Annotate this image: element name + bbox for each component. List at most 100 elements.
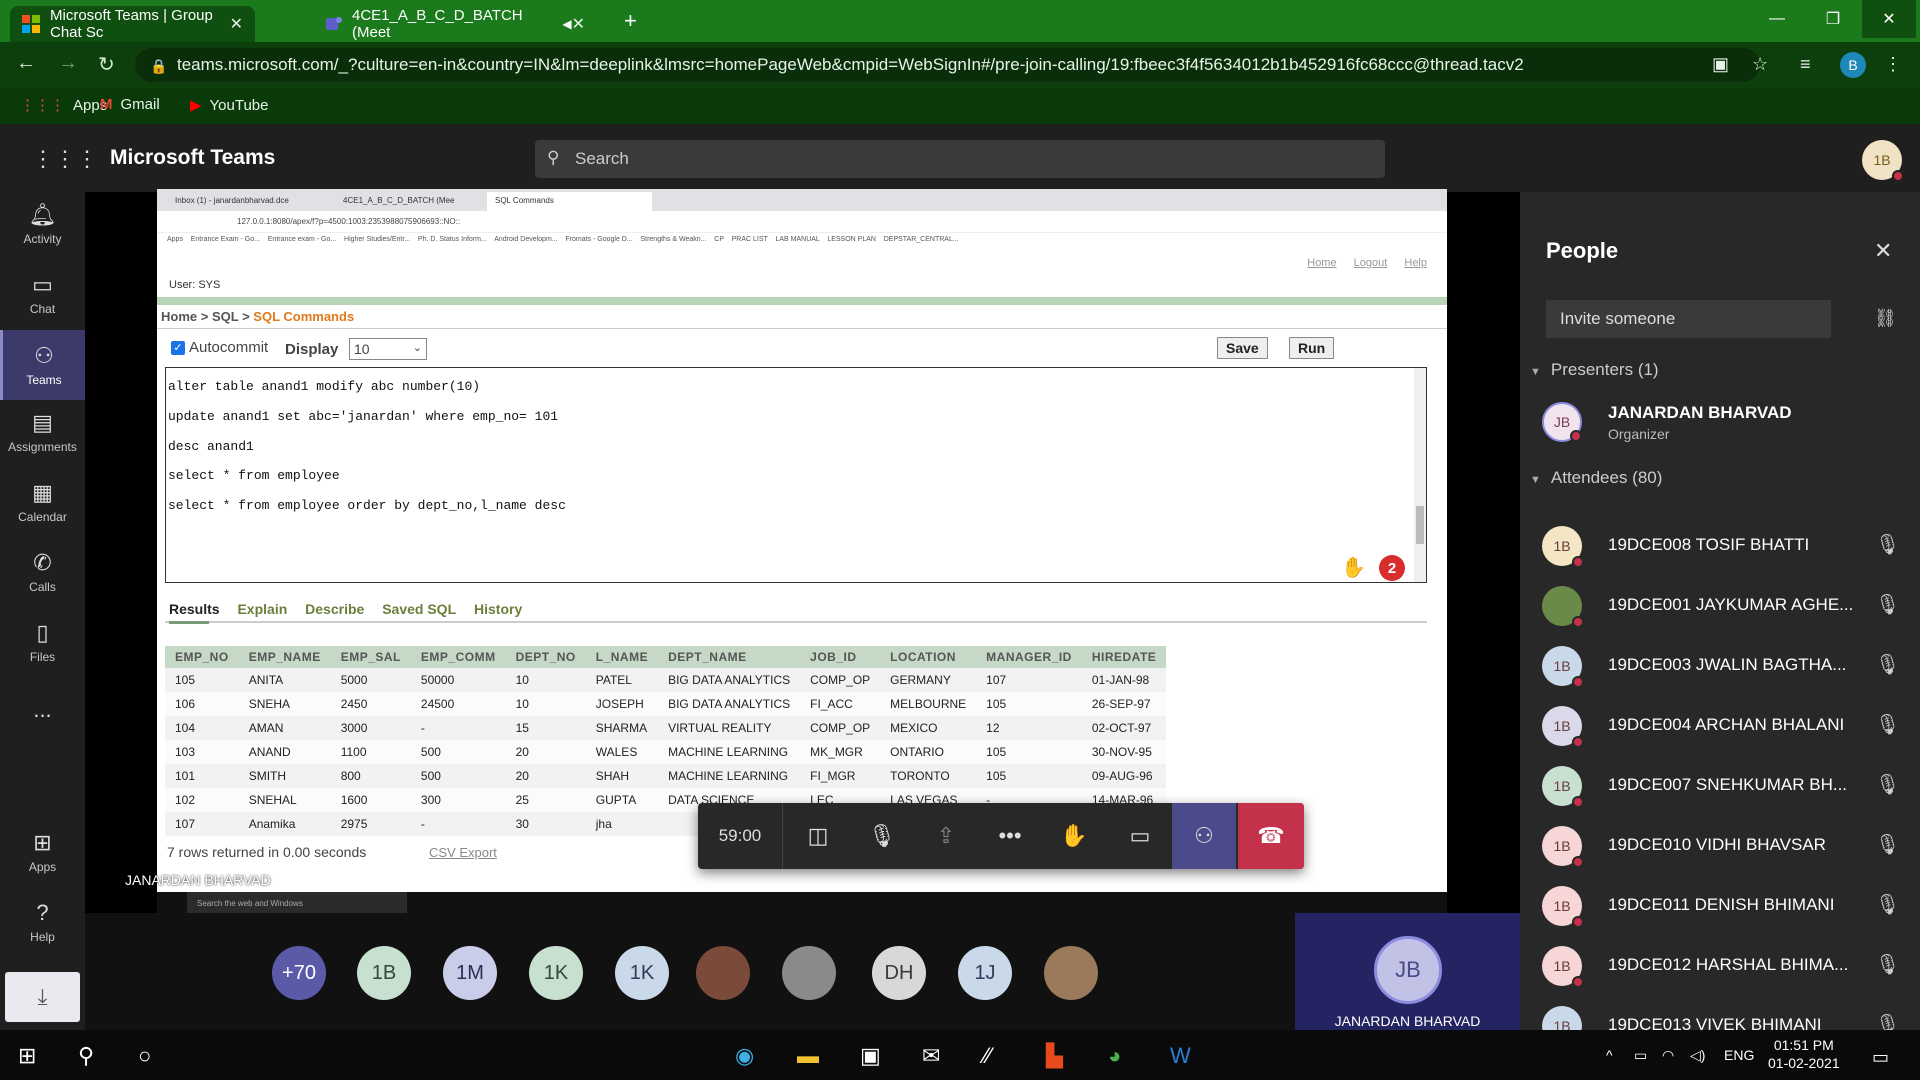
- attendee-row[interactable]: 1B 19DCE011 DENISH BHIMANI 🎙︎: [1540, 880, 1910, 932]
- app-icon[interactable]: ⁄⁄: [984, 1043, 991, 1069]
- profile-avatar[interactable]: B: [1840, 52, 1866, 78]
- star-icon[interactable]: ☆: [1752, 54, 1768, 75]
- autocommit-checkbox[interactable]: ✓: [171, 341, 185, 355]
- participant-photo[interactable]: [696, 946, 750, 1000]
- participant-avatar[interactable]: 1J: [958, 946, 1012, 1000]
- word-icon[interactable]: W: [1170, 1043, 1191, 1069]
- battery-icon[interactable]: ▭: [1634, 1047, 1647, 1064]
- editor-scrollbar[interactable]: [1414, 368, 1426, 582]
- menu-icon[interactable]: ⋮: [1884, 54, 1902, 75]
- rail-item-activity[interactable]: 🔔︎ Activity: [0, 192, 85, 256]
- reading-list-icon[interactable]: ≡: [1800, 54, 1811, 75]
- more-actions-icon[interactable]: •••: [978, 803, 1042, 869]
- tab-history[interactable]: History: [474, 601, 522, 617]
- participant-avatar[interactable]: 1B: [357, 946, 411, 1000]
- mic-muted-icon[interactable]: 🎙︎: [850, 803, 914, 869]
- hang-up-icon[interactable]: ☎: [1238, 803, 1304, 869]
- mic-muted-icon[interactable]: 🎙︎: [1875, 952, 1900, 977]
- tab-results[interactable]: Results: [169, 601, 220, 617]
- close-tab-icon[interactable]: ✕: [572, 14, 585, 34]
- raise-hand-icon[interactable]: ✋: [1042, 803, 1106, 869]
- attendees-section-header[interactable]: ▼ Attendees (80): [1530, 468, 1662, 488]
- participant-avatar[interactable]: 1K: [615, 946, 669, 1000]
- edge-icon[interactable]: ◉: [735, 1043, 754, 1069]
- office-icon[interactable]: ▙: [1046, 1043, 1063, 1069]
- search-icon[interactable]: ⚲: [78, 1043, 94, 1069]
- download-app-button[interactable]: ⤓: [5, 972, 80, 1022]
- attendee-row[interactable]: 1B 19DCE007 SNEHKUMAR BH... 🎙︎: [1540, 760, 1910, 812]
- search-input[interactable]: ⚲ Search: [535, 140, 1385, 178]
- attendee-row[interactable]: 1B 19DCE010 VIDHI BHAVSAR 🎙︎: [1540, 820, 1910, 872]
- bookmark-youtube[interactable]: ▶ YouTube: [190, 96, 269, 115]
- rail-item-files[interactable]: ▯ Files: [0, 610, 85, 674]
- camera-blocked-icon[interactable]: ▣: [1712, 54, 1729, 75]
- app-launcher-icon[interactable]: ⋮⋮⋮: [32, 146, 98, 172]
- attendee-row[interactable]: 1B 19DCE012 HARSHAL BHIMA... 🎙︎: [1540, 940, 1910, 992]
- bookmark-apps[interactable]: ⋮⋮⋮ Apps: [20, 96, 107, 115]
- back-icon[interactable]: ←: [16, 52, 36, 75]
- attendee-row[interactable]: 1B 19DCE003 JWALIN BAGTHA... 🎙︎: [1540, 640, 1910, 692]
- mic-muted-icon[interactable]: 🎙︎: [1875, 592, 1900, 617]
- cortana-icon[interactable]: ○: [138, 1043, 151, 1069]
- participant-avatar[interactable]: +70: [272, 946, 326, 1000]
- language-indicator[interactable]: ENG: [1724, 1047, 1754, 1063]
- link-icon[interactable]: ⛓: [1874, 308, 1897, 329]
- minimize-button[interactable]: —: [1750, 0, 1804, 38]
- mic-muted-icon[interactable]: 🎙︎: [1875, 832, 1900, 857]
- notifications-icon[interactable]: ▭: [1872, 1047, 1889, 1068]
- logout-link[interactable]: Logout: [1354, 257, 1388, 269]
- participant-avatar[interactable]: 1K: [529, 946, 583, 1000]
- help-link[interactable]: Help: [1404, 257, 1427, 269]
- browser-tab-meeting[interactable]: 4CE1_A_B_C_D_BATCH (Meet ◀ ✕: [312, 6, 597, 42]
- chevron-up-icon[interactable]: ^: [1606, 1047, 1613, 1063]
- tab-saved-sql[interactable]: Saved SQL: [382, 601, 456, 617]
- attendee-row[interactable]: 19DCE001 JAYKUMAR AGHE... 🎙︎: [1540, 580, 1910, 632]
- csv-export-link[interactable]: CSV Export: [429, 845, 497, 860]
- file-explorer-icon[interactable]: ▬: [797, 1043, 819, 1069]
- sql-editor[interactable]: alter table anand1 modify abc number(10)…: [165, 367, 1427, 583]
- participant-photo[interactable]: [1044, 946, 1098, 1000]
- rail-item-teams[interactable]: ⚇ Teams: [0, 330, 85, 400]
- forward-icon[interactable]: →: [58, 52, 78, 75]
- tab-describe[interactable]: Describe: [305, 601, 364, 617]
- rail-item-help[interactable]: ? Help: [0, 890, 85, 954]
- run-button[interactable]: Run: [1289, 337, 1335, 359]
- volume-icon[interactable]: ◁): [1690, 1047, 1705, 1064]
- attendee-row[interactable]: 1B 19DCE008 TOSIF BHATTI 🎙︎: [1540, 520, 1910, 572]
- mic-muted-icon[interactable]: 🎙︎: [1875, 712, 1900, 737]
- share-tray-icon[interactable]: ⇪: [914, 803, 978, 869]
- rail-item-calls[interactable]: ✆ Calls: [0, 540, 85, 604]
- camera-off-icon[interactable]: ◫: [786, 803, 850, 869]
- chrome-icon[interactable]: ◕: [1108, 1043, 1121, 1069]
- rail-item-apps[interactable]: ⊞ Apps: [0, 820, 85, 884]
- mic-muted-icon[interactable]: 🎙︎: [1875, 532, 1900, 557]
- clock[interactable]: 01:51 PM 01-02-2021: [1768, 1036, 1840, 1072]
- lock-icon[interactable]: 🔒: [150, 58, 167, 75]
- participant-photo[interactable]: [782, 946, 836, 1000]
- invite-input[interactable]: Invite someone: [1546, 300, 1831, 338]
- rail-item-assignments[interactable]: ▤ Assignments: [0, 400, 85, 464]
- participant-avatar[interactable]: 1M: [443, 946, 497, 1000]
- wifi-icon[interactable]: ◠: [1662, 1047, 1674, 1064]
- attendee-row[interactable]: 1B 19DCE004 ARCHAN BHALANI 🎙︎: [1540, 700, 1910, 752]
- presenters-section-header[interactable]: ▼ Presenters (1): [1530, 360, 1659, 380]
- reload-icon[interactable]: ↻: [98, 52, 115, 77]
- close-tab-icon[interactable]: ✕: [230, 14, 243, 34]
- presenter-row[interactable]: JB JANARDAN BHARVAD Organizer: [1540, 396, 1910, 448]
- mic-muted-icon[interactable]: 🎙︎: [1875, 772, 1900, 797]
- scrollbar-thumb[interactable]: [1416, 506, 1424, 544]
- tab-explain[interactable]: Explain: [237, 601, 287, 617]
- mail-icon[interactable]: ✉: [922, 1043, 940, 1069]
- rail-more-button[interactable]: ...: [0, 680, 85, 744]
- store-icon[interactable]: ▣: [860, 1043, 881, 1069]
- mic-muted-icon[interactable]: 🎙︎: [1875, 652, 1900, 677]
- windows-start-icon[interactable]: ⊞: [18, 1043, 36, 1069]
- participants-toggle-icon[interactable]: ⚇: [1172, 803, 1236, 869]
- bookmark-gmail[interactable]: M Gmail: [100, 96, 160, 113]
- chat-toggle-icon[interactable]: ▭: [1108, 803, 1172, 869]
- restore-button[interactable]: ❐: [1806, 0, 1860, 38]
- url-field[interactable]: teams.microsoft.com/_?culture=en-in&coun…: [135, 48, 1760, 82]
- close-icon[interactable]: ✕: [1874, 238, 1892, 264]
- save-button[interactable]: Save: [1217, 337, 1268, 359]
- new-tab-button[interactable]: +: [624, 8, 637, 34]
